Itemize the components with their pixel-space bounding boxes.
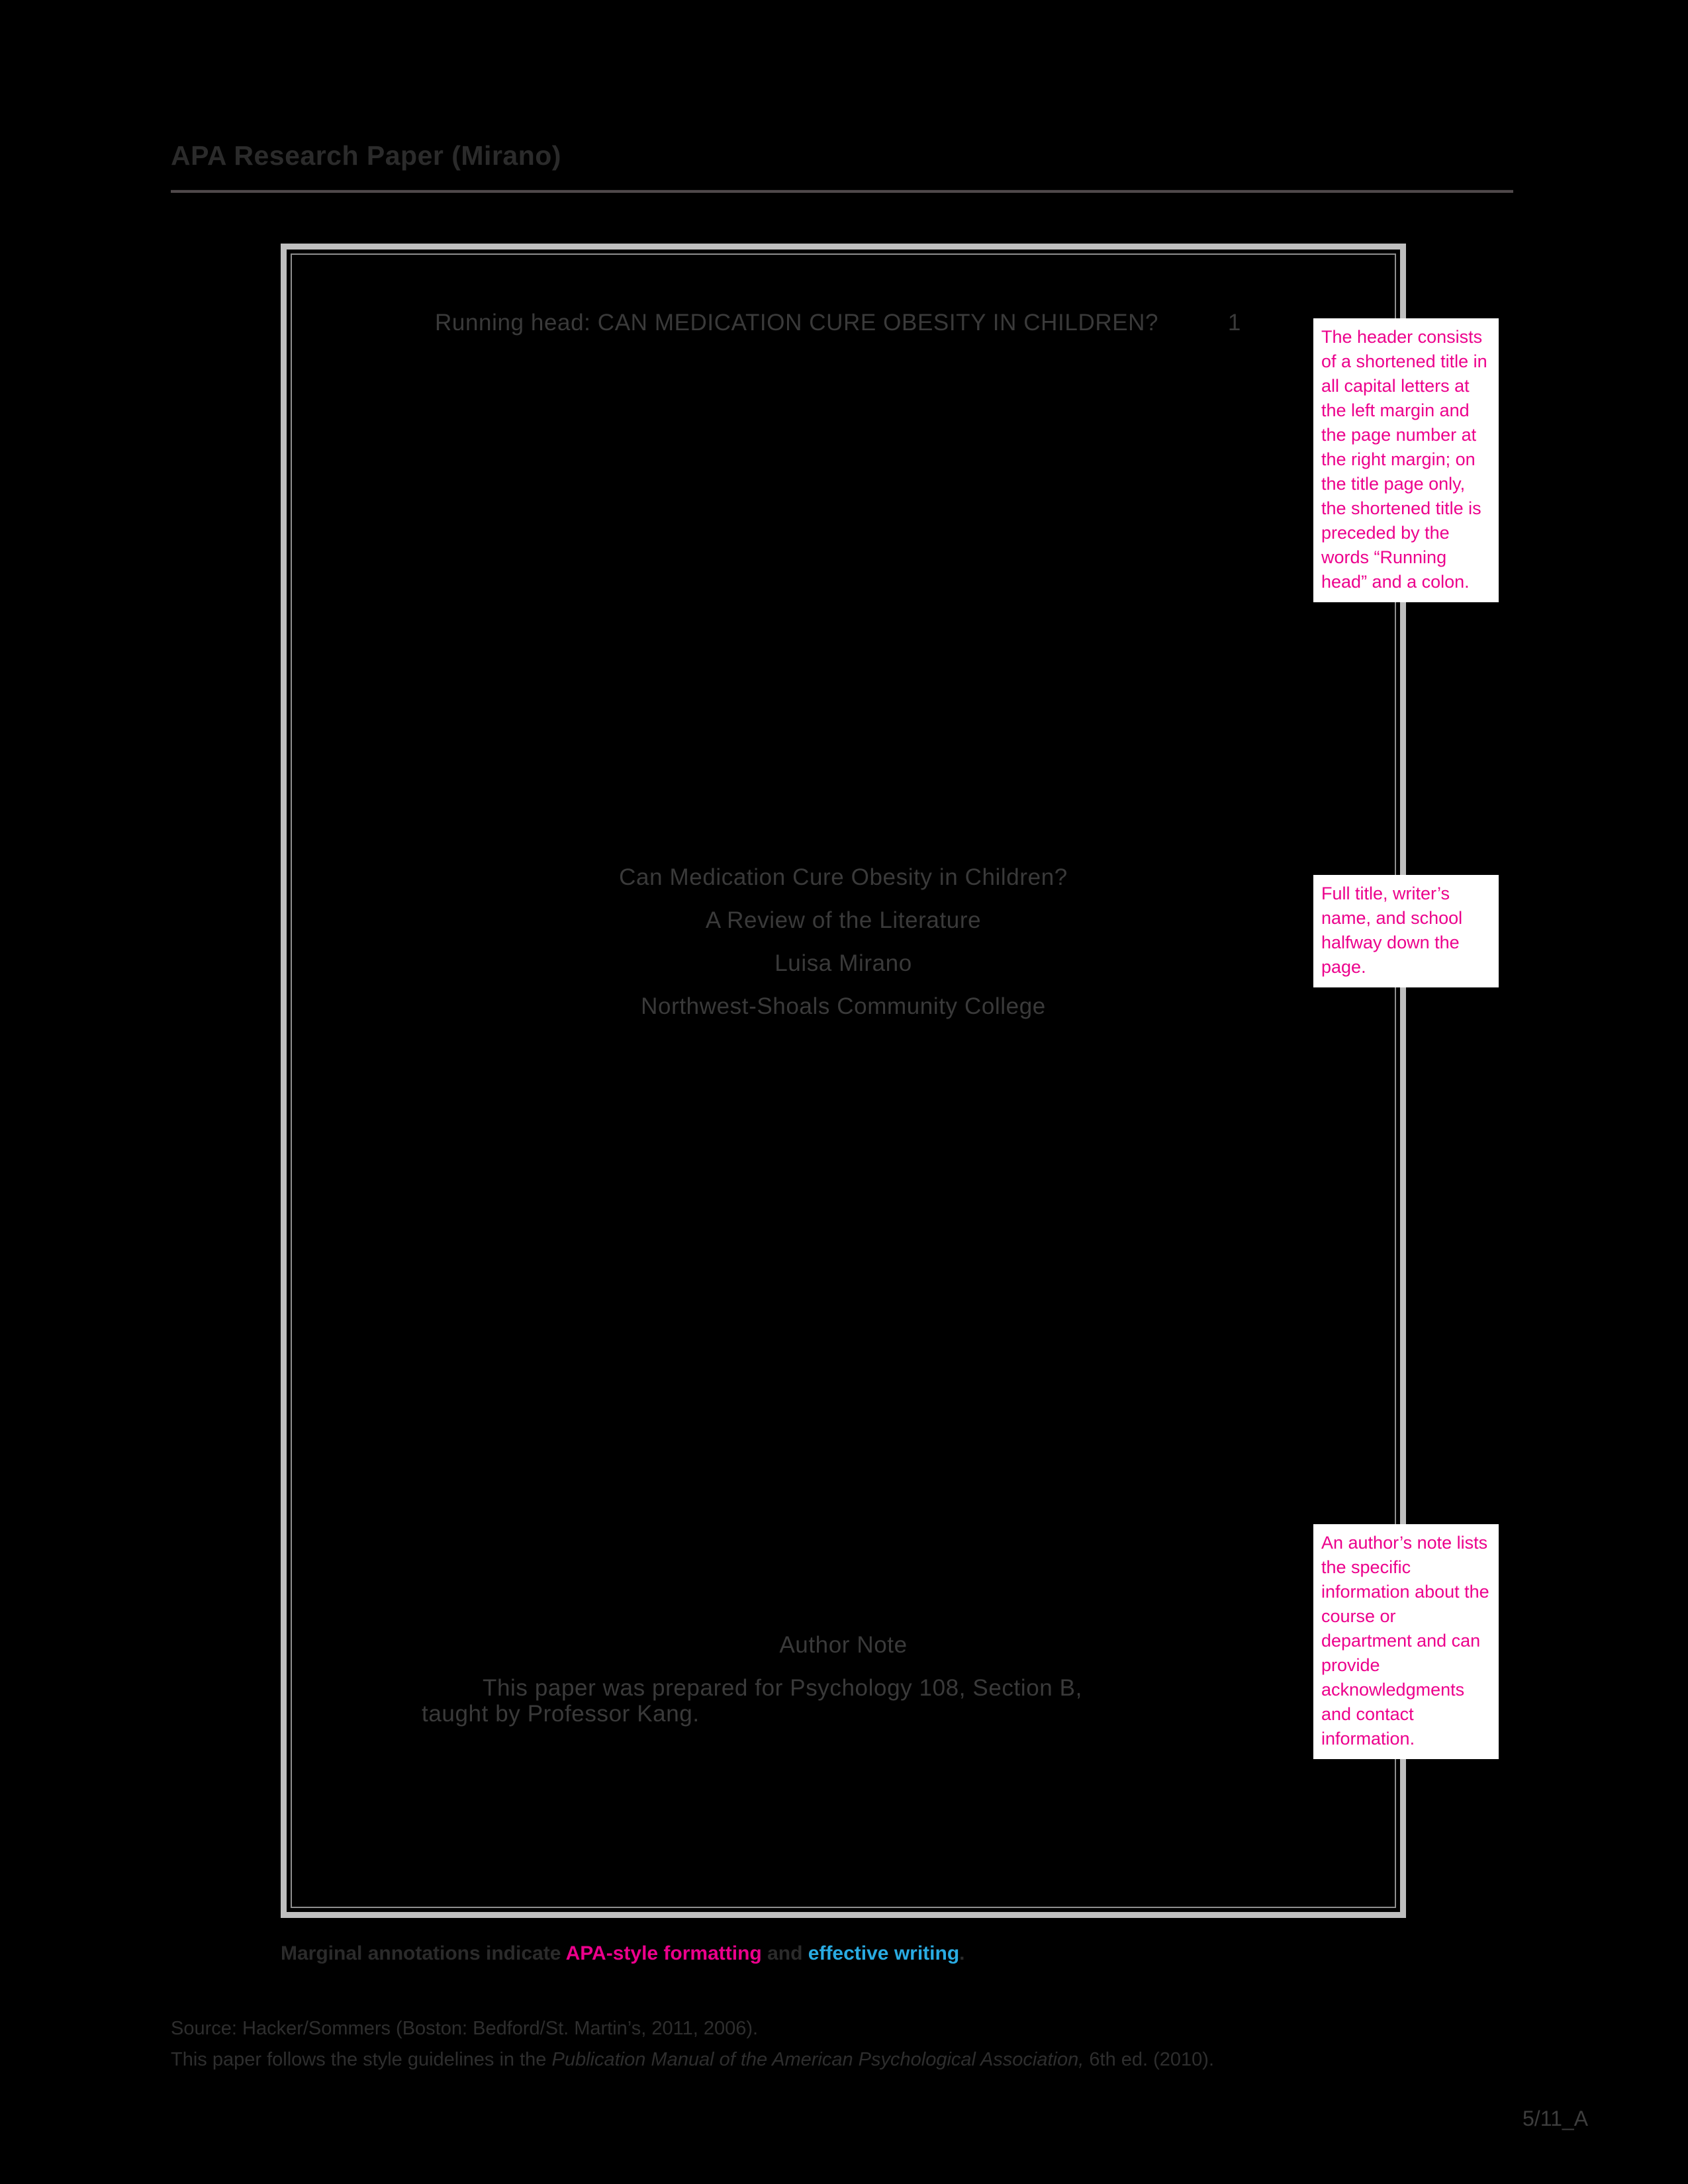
manuscript-title-line-2: A Review of the Literature <box>705 907 982 933</box>
manuscript-author-note-body: This paper was prepared for Psychology 1… <box>422 1675 1082 1727</box>
legend-apa-formatting: APA-style formatting <box>565 1942 762 1964</box>
legend-suffix: . <box>959 1942 965 1964</box>
legend-line: Marginal annotations indicate APA-style … <box>281 1942 965 1965</box>
style-guideline-prefix: This paper follows the style guidelines … <box>171 2049 552 2070</box>
style-guideline-line: This paper follows the style guidelines … <box>171 2049 1214 2071</box>
manuscript-title-block: Can Medication Cure Obesity in Children?… <box>293 864 1394 1036</box>
manuscript-school-name: Northwest-Shoals Community College <box>641 993 1046 1019</box>
manuscript-title-line-1: Can Medication Cure Obesity in Children? <box>619 864 1068 890</box>
page-code: 5/11_A <box>1523 2107 1589 2130</box>
annotation-title-note: Full title, writer’s name, and school ha… <box>1313 875 1499 987</box>
legend-prefix: Marginal annotations indicate <box>281 1942 566 1964</box>
manuscript-page-number: 1 <box>1227 310 1241 336</box>
legend-middle: and <box>761 1942 808 1964</box>
publication-manual-title: Publication Manual of the American Psych… <box>551 2049 1084 2070</box>
header-divider <box>171 190 1513 193</box>
manuscript-author-note-heading: Author Note <box>779 1632 908 1658</box>
manuscript-author-note-block: Author Note This paper was prepared for … <box>293 1632 1394 1727</box>
manuscript-sheet: Running head: CAN MEDICATION CURE OBESIT… <box>293 255 1394 1906</box>
manuscript-page-frame: Running head: CAN MEDICATION CURE OBESIT… <box>281 244 1406 1918</box>
page-title: APA Research Paper (Mirano) <box>171 140 561 171</box>
handout-header: APA Research Paper (Mirano) <box>171 140 1515 206</box>
manuscript-author-name: Luisa Mirano <box>774 950 912 976</box>
annotation-header-note: The header consists of a shortened title… <box>1313 318 1499 602</box>
legend-effective-writing: effective writing <box>808 1942 960 1964</box>
source-citation-line: Source: Hacker/Sommers (Boston: Bedford/… <box>171 2018 759 2039</box>
style-guideline-suffix: 6th ed. (2010). <box>1084 2049 1215 2070</box>
annotation-author-note: An author’s note lists the specific info… <box>1313 1524 1499 1759</box>
manuscript-running-head-row: Running head: CAN MEDICATION CURE OBESIT… <box>435 310 1289 336</box>
running-head-text: Running head: CAN MEDICATION CURE OBESIT… <box>435 310 1159 336</box>
